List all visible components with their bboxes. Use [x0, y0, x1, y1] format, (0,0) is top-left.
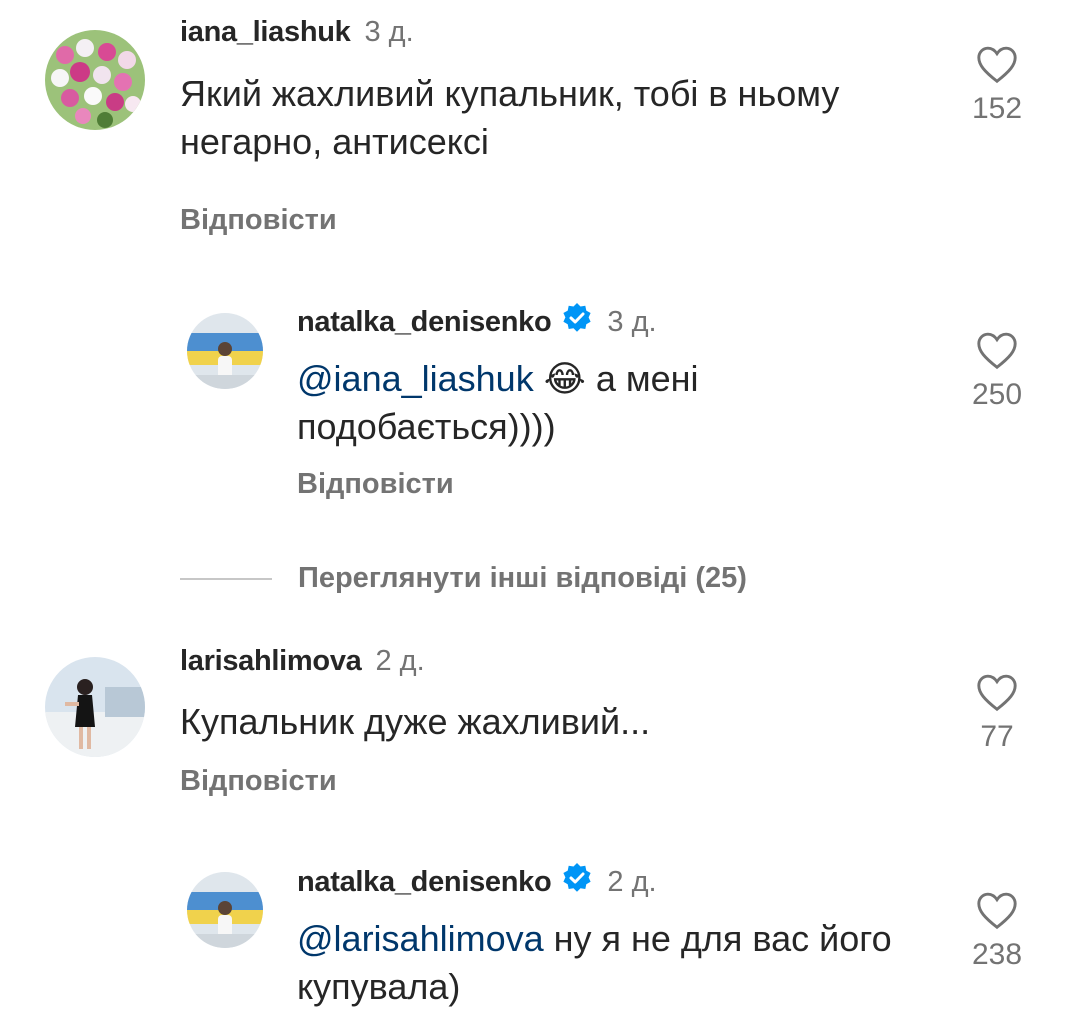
- like-count: 152: [971, 92, 1023, 125]
- view-more-replies-label: Переглянути інші відповіді (25): [298, 562, 747, 594]
- comment-time: 2 д.: [607, 866, 657, 898]
- like-count: 77: [980, 720, 1014, 753]
- comment-time: 3 д.: [607, 306, 657, 338]
- woman-avatar-image: [45, 657, 145, 757]
- heart-icon: [977, 674, 1017, 712]
- avatar[interactable]: [187, 872, 263, 948]
- like-button[interactable]: 238: [947, 890, 1047, 972]
- reply-button[interactable]: Відповісти: [297, 468, 454, 501]
- comment-text: Купальник дуже жахливий...: [180, 701, 651, 742]
- comment-text: Який жахливий купальник, тобі в ньому не…: [180, 73, 840, 162]
- tulips-avatar-image: [45, 30, 145, 130]
- heart-icon: [977, 892, 1017, 930]
- reply-button[interactable]: Відповісти: [180, 204, 337, 237]
- verified-badge-icon: [561, 862, 593, 899]
- avatar[interactable]: [187, 313, 263, 389]
- mention-link[interactable]: @larisahlimova: [297, 918, 544, 959]
- comment-time: 3 д.: [364, 16, 414, 48]
- comment-text: @iana_liashuk 😂 а мені подобається)))): [297, 355, 937, 451]
- heart-icon: [977, 46, 1017, 84]
- like-button[interactable]: 77: [947, 672, 1047, 754]
- mention-link[interactable]: @iana_liashuk: [297, 358, 534, 399]
- flag-avatar-image: [187, 313, 263, 389]
- view-more-replies-button[interactable]: Переглянути інші відповіді (25): [180, 562, 747, 595]
- divider-line: [180, 577, 272, 580]
- avatar[interactable]: [45, 30, 145, 130]
- like-count: 238: [971, 938, 1023, 971]
- flag-avatar-image: [187, 872, 263, 948]
- avatar[interactable]: [45, 657, 145, 757]
- like-count: 250: [971, 378, 1023, 411]
- heart-icon: [977, 332, 1017, 370]
- comment-username[interactable]: iana_liashuk: [180, 16, 351, 48]
- comment-text: @larisahlimova ну я не для вас його купу…: [297, 915, 897, 1011]
- comment-time: 2 д.: [375, 645, 425, 677]
- laughing-emoji: 😂: [543, 358, 586, 399]
- comment-username[interactable]: natalka_denisenko: [297, 306, 552, 338]
- comment-username[interactable]: natalka_denisenko: [297, 866, 552, 898]
- verified-badge-icon: [561, 302, 593, 339]
- reply-button[interactable]: Відповісти: [180, 765, 337, 798]
- like-button[interactable]: 152: [947, 44, 1047, 126]
- like-button[interactable]: 250: [947, 330, 1047, 412]
- comment-username[interactable]: larisahlimova: [180, 645, 362, 677]
